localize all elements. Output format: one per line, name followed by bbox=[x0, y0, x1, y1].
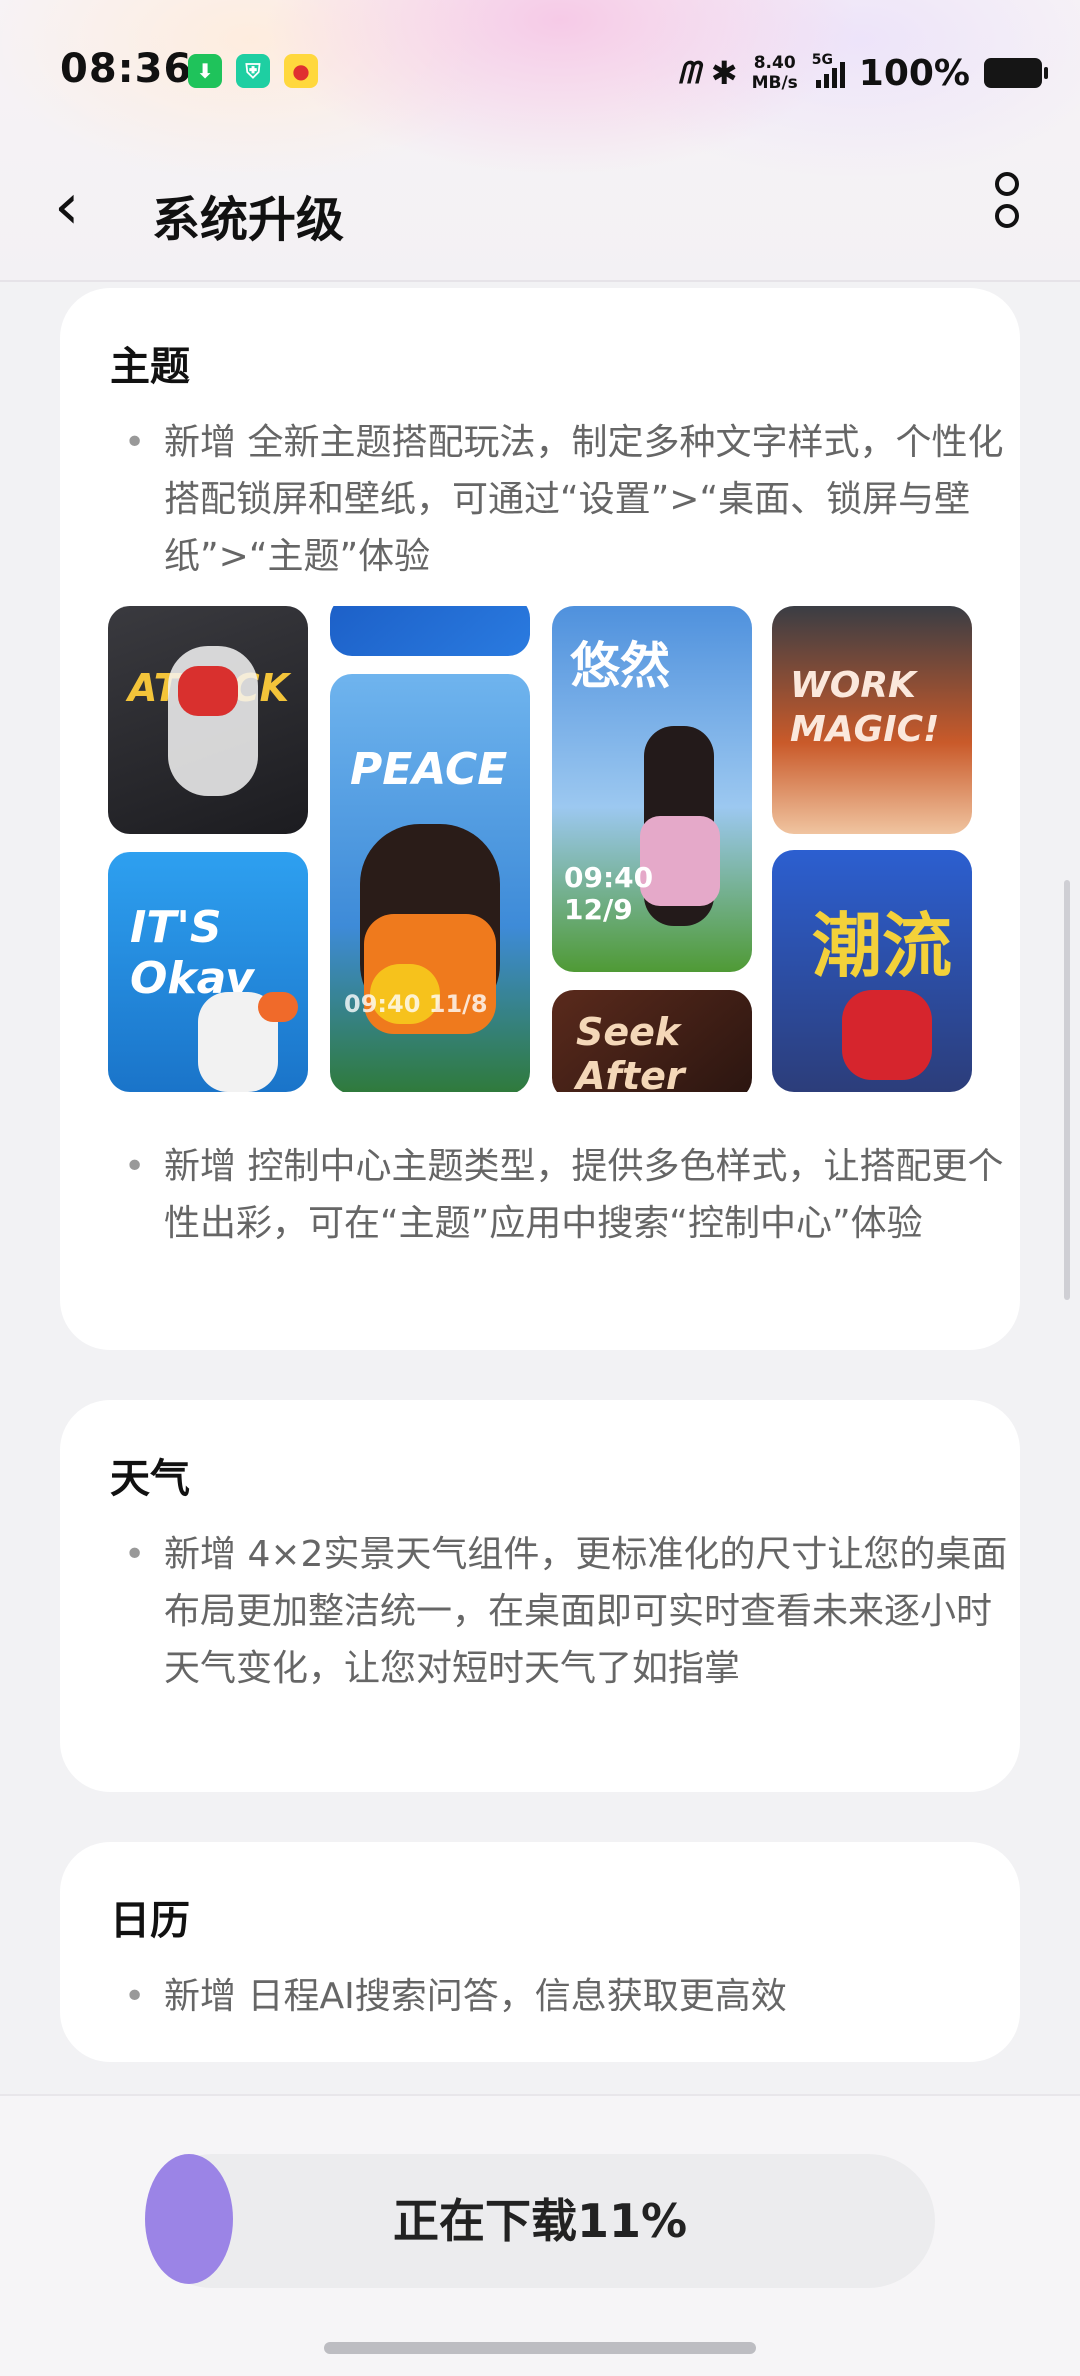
bullet-dot: • bbox=[124, 1976, 146, 2017]
app-header: ‹ 系统升级 bbox=[0, 150, 1080, 280]
theme-preview-clock: 09:40 11/8 bbox=[344, 990, 488, 1018]
download-progress-label: 正在下载11% bbox=[392, 2194, 688, 2248]
theme-preview-tile[interactable]: PEACE 09:40 11/8 bbox=[330, 674, 530, 1092]
status-icons: ᗰ ✱ 8.40 MB/s 5G 100% bbox=[678, 50, 1048, 96]
signal-icon: 5G bbox=[812, 52, 845, 88]
theme-preview-clock: 09:40 12/9 bbox=[564, 861, 654, 926]
theme-preview-tile[interactable]: 悠然 09:40 12/9 bbox=[552, 606, 752, 972]
bullet-text: 新增 4×2实景天气组件，更标准化的尺寸让您的桌面布局更加整洁统一，在桌面即可实… bbox=[164, 1534, 1008, 1689]
section-card-theme: 主题 • 新增 全新主题搭配玩法，制定多种文字样式，个性化搭配锁屏和壁纸，可通过… bbox=[60, 288, 1020, 1350]
download-progress-button[interactable]: 正在下载11% bbox=[145, 2154, 935, 2288]
download-app-icon: ⬇ bbox=[188, 54, 222, 88]
theme-preview-art: Seek After bbox=[576, 1010, 685, 1092]
bluetooth-icon: ✱ bbox=[710, 54, 738, 92]
network-speed: 8.40 MB/s bbox=[752, 53, 798, 93]
section-title-theme: 主题 bbox=[110, 344, 190, 390]
header-divider bbox=[0, 280, 1080, 282]
section-title-weather: 天气 bbox=[110, 1456, 190, 1502]
bullet-item: • 新增 4×2实景天气组件，更标准化的尺寸让您的桌面布局更加整洁统一，在桌面即… bbox=[60, 1526, 1007, 1754]
bullet-item: • 新增 日程AI搜索问答，信息获取更高效 bbox=[60, 1968, 920, 2028]
battery-percent: 100% bbox=[858, 52, 970, 94]
theme-preview-tile[interactable]: IT'S Okay bbox=[108, 852, 308, 1092]
bullet-item: • 新增 全新主题搭配玩法，制定多种文字样式，个性化搭配锁屏和壁纸，可通过“设置… bbox=[60, 414, 1003, 585]
status-time: 08:36 bbox=[60, 46, 193, 92]
weibo-app-icon: ● bbox=[284, 54, 318, 88]
bullet-item: • 新增 控制中心主题类型，提供多色样式，让搭配更个性出彩，可在“主题”应用中搜… bbox=[60, 1138, 1003, 1309]
theme-preview-tile[interactable]: ATTACK bbox=[108, 606, 308, 834]
bullet-dot: • bbox=[124, 1146, 146, 1187]
download-bar: 正在下载11% bbox=[0, 2094, 1080, 2376]
status-bar: 08:36 ⬇ ⛨ ● ᗰ ✱ 8.40 MB/s 5G 100% bbox=[0, 0, 1080, 140]
bullet-text: 新增 日程AI搜索问答，信息获取更高效 bbox=[164, 1976, 787, 2017]
home-indicator[interactable] bbox=[324, 2342, 756, 2354]
more-options-icon[interactable] bbox=[992, 172, 1022, 242]
theme-preview-tile-partial bbox=[330, 606, 530, 656]
network-type: 5G bbox=[811, 52, 834, 68]
network-speed-value: 8.40 bbox=[753, 53, 796, 73]
bullet-text: 新增 全新主题搭配玩法，制定多种文字样式，个性化搭配锁屏和壁纸，可通过“设置”>… bbox=[164, 422, 1004, 577]
theme-preview-art: 悠然 bbox=[570, 637, 670, 695]
section-card-calendar: 日历 • 新增 日程AI搜索问答，信息获取更高效 bbox=[60, 1842, 1020, 2062]
theme-preview-tile[interactable]: Seek After bbox=[552, 990, 752, 1092]
theme-preview-tile[interactable]: WORK MAGIC! bbox=[772, 606, 972, 834]
theme-preview-tile[interactable]: 潮流 bbox=[772, 850, 972, 1092]
security-app-icon: ⛨ bbox=[236, 54, 270, 88]
theme-preview-art: 潮流 bbox=[812, 905, 952, 987]
back-arrow-icon[interactable]: ‹ bbox=[54, 172, 80, 242]
bullet-dot: • bbox=[124, 1534, 146, 1575]
nfc-icon: ᗰ bbox=[678, 55, 700, 91]
bullet-text: 新增 控制中心主题类型，提供多色样式，让搭配更个性出彩，可在“主题”应用中搜索“… bbox=[164, 1146, 1004, 1244]
page-title: 系统升级 bbox=[152, 192, 345, 248]
download-bar-divider bbox=[0, 2094, 1080, 2096]
theme-preview-art: WORK MAGIC! bbox=[790, 665, 940, 750]
network-speed-unit: MB/s bbox=[751, 73, 798, 93]
theme-preview-art: IT'S Okay bbox=[130, 902, 254, 1004]
theme-preview-art: PEACE bbox=[350, 744, 508, 795]
section-title-calendar: 日历 bbox=[110, 1898, 190, 1944]
section-card-weather: 天气 • 新增 4×2实景天气组件，更标准化的尺寸让您的桌面布局更加整洁统一，在… bbox=[60, 1400, 1020, 1792]
scrollbar[interactable] bbox=[1064, 880, 1070, 1300]
theme-preview-gallery: ATTACK IT'S Okay PEACE 09:40 11/8 悠然 09:… bbox=[108, 606, 972, 1092]
bullet-dot: • bbox=[124, 422, 146, 463]
battery-icon bbox=[984, 58, 1048, 88]
